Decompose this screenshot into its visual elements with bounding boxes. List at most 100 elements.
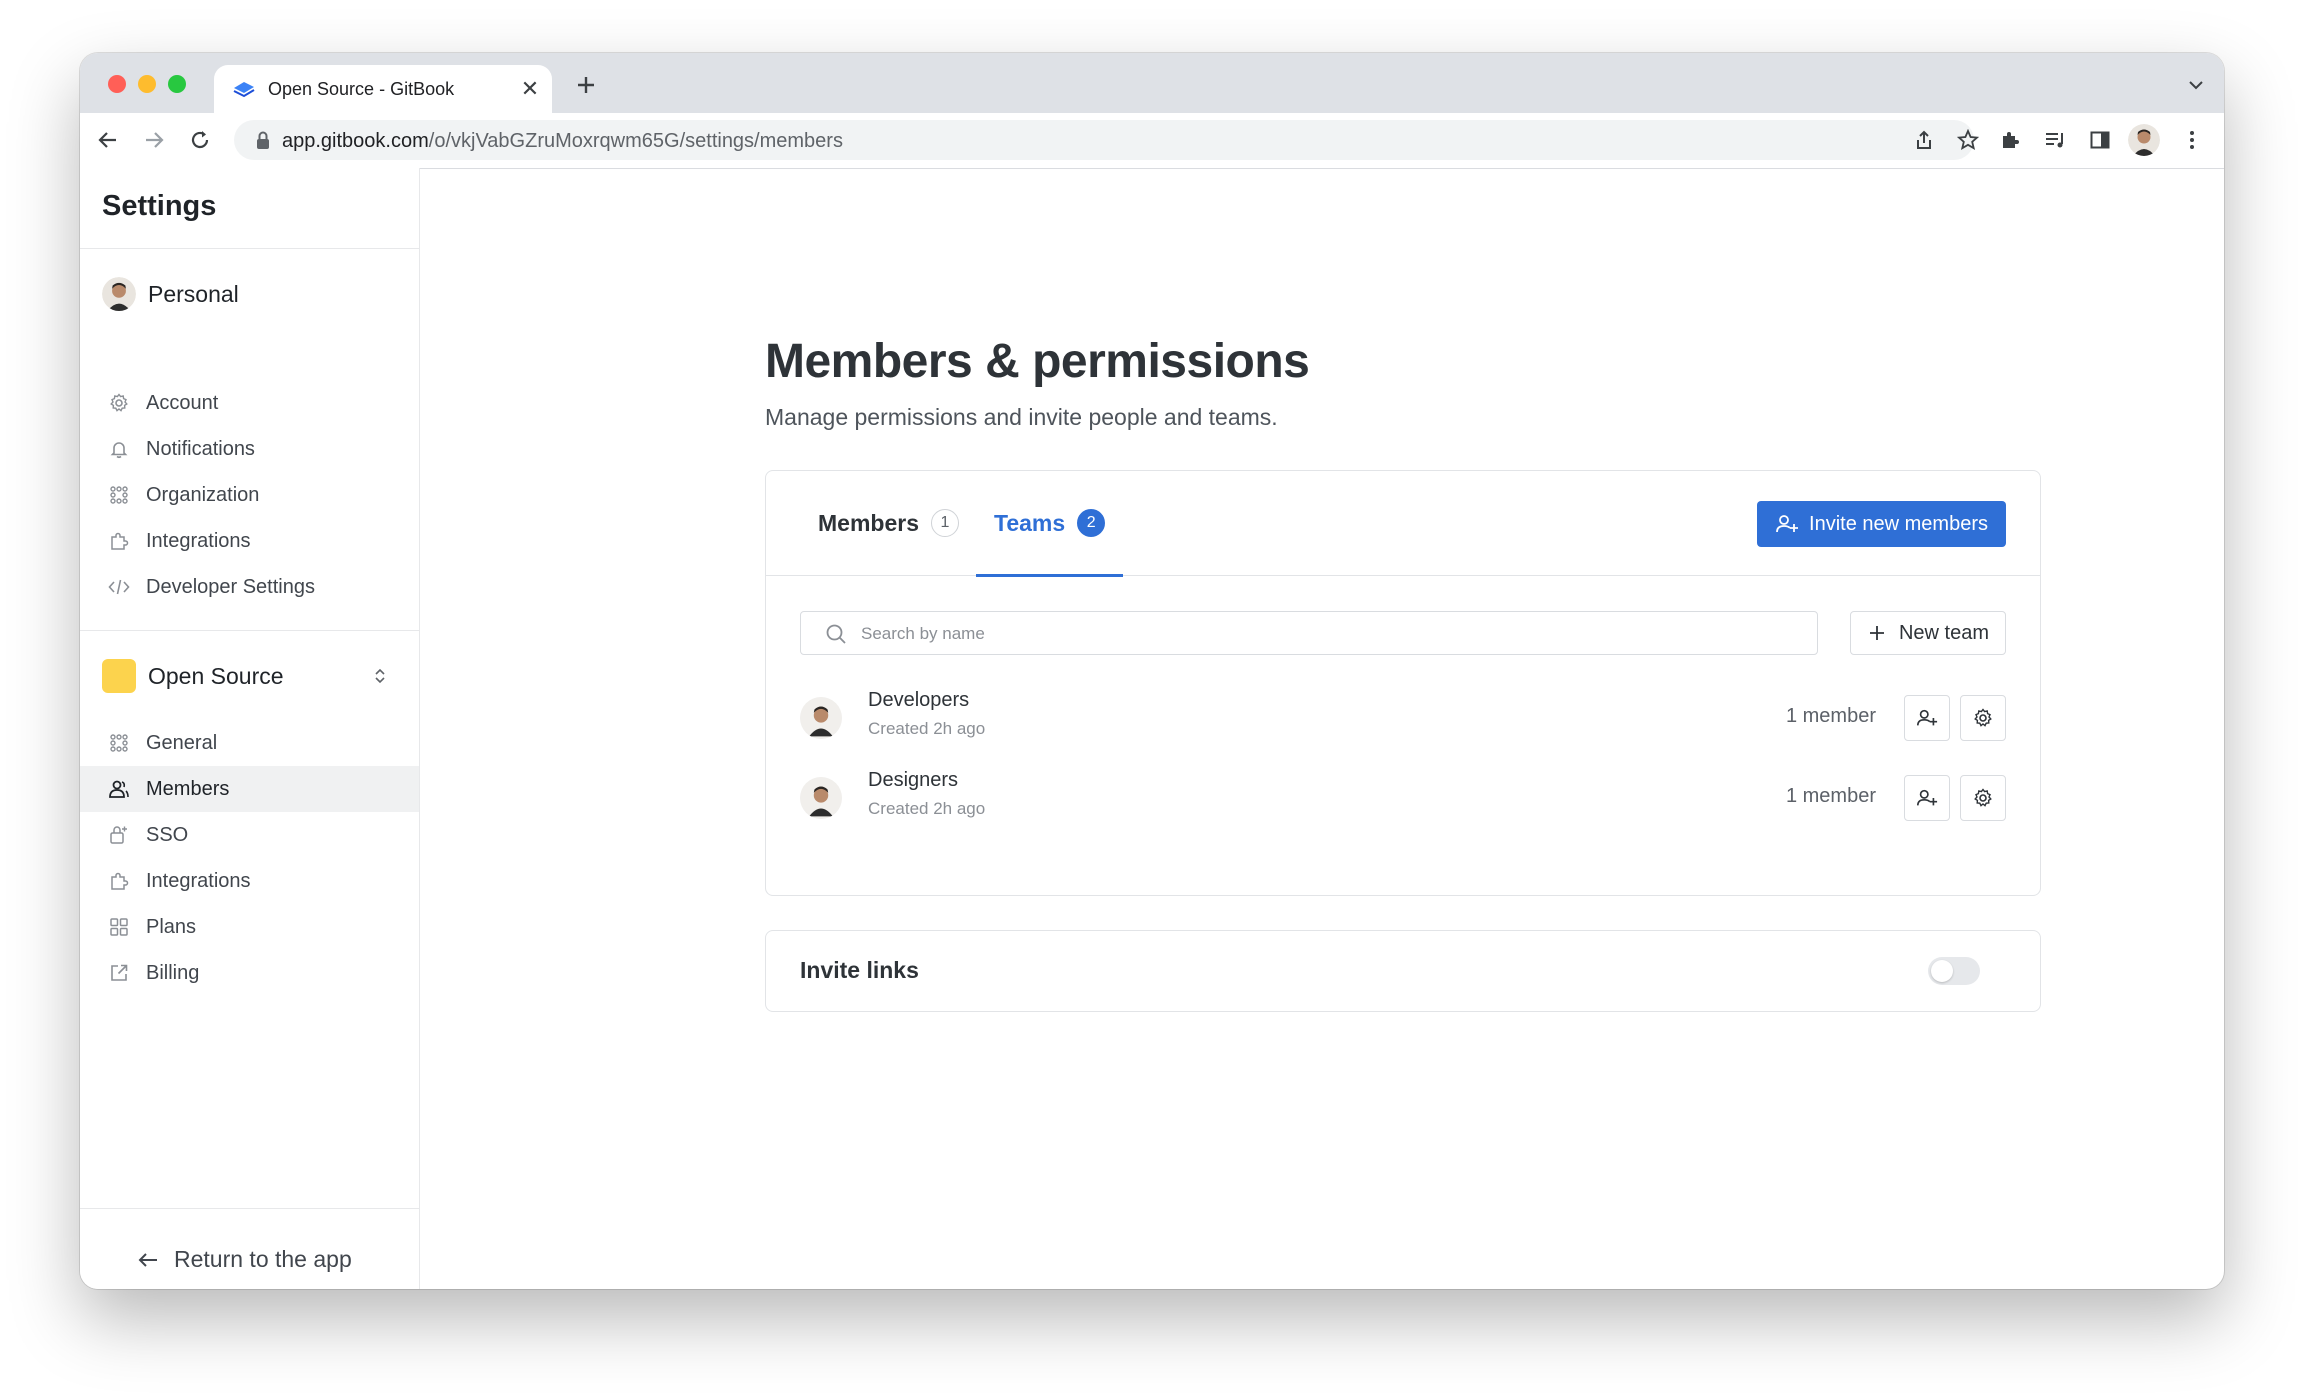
sidebar-divider — [80, 248, 419, 249]
grid-icon — [108, 916, 130, 938]
media-queue-icon[interactable] — [2042, 126, 2070, 154]
sidebar-section-label: Personal — [148, 280, 239, 307]
browser-menu-icon[interactable] — [2178, 126, 2206, 154]
add-user-icon — [1776, 515, 1799, 533]
team-created: Created 2h ago — [868, 799, 986, 818]
invite-links-toggle[interactable] — [1928, 957, 1980, 985]
minimize-window-button[interactable] — [138, 75, 156, 93]
tab-title: Open Source - GitBook — [268, 79, 455, 99]
extensions-puzzle-icon[interactable] — [1996, 126, 2024, 154]
add-team-member-button[interactable] — [1904, 775, 1950, 821]
avatar — [800, 697, 842, 739]
search-input[interactable]: Search by name — [800, 611, 1818, 655]
search-placeholder: Search by name — [861, 624, 985, 643]
team-settings-button[interactable] — [1960, 695, 2006, 741]
bookmark-star-icon[interactable] — [1954, 126, 1982, 154]
profile-avatar[interactable] — [2128, 124, 2160, 156]
back-arrow-icon[interactable] — [94, 126, 122, 154]
sidebar-item-notifications[interactable]: Notifications — [80, 426, 419, 472]
address-bar[interactable]: app.gitbook.com/o/vkjVabGZruMoxrqwm65G/s… — [234, 120, 1979, 160]
tab-label: Teams — [994, 509, 1066, 536]
organization-icon — [108, 732, 130, 754]
organization-badge — [102, 659, 136, 693]
team-name: Designers — [868, 769, 959, 791]
sidebar-divider — [80, 1208, 419, 1209]
organization-switcher[interactable]: Open Source — [102, 656, 398, 696]
gitbook-favicon-icon — [233, 82, 255, 98]
tab-count-badge: 1 — [930, 509, 959, 537]
avatar — [102, 277, 136, 311]
close-tab-icon[interactable]: ✕ — [518, 77, 542, 101]
tab-teams[interactable]: Teams 2 — [976, 471, 1124, 577]
gear-icon — [1974, 708, 1992, 727]
sidebar-item-account[interactable]: Account — [80, 380, 419, 426]
sidebar-item-label: Organization — [146, 483, 260, 506]
sidebar-section-personal: Personal — [102, 274, 239, 314]
toggle-knob — [1931, 960, 1953, 982]
invite-links-label: Invite links — [800, 957, 919, 983]
team-settings-button[interactable] — [1960, 775, 2006, 821]
settings-sidebar: Settings Personal Account Notifications … — [80, 168, 420, 1289]
side-panel-icon[interactable] — [2086, 126, 2114, 154]
team-created: Created 2h ago — [868, 719, 986, 738]
browser-window: Open Source - GitBook ✕ app.gitbook.com/… — [80, 53, 2224, 1289]
new-team-label: New team — [1898, 621, 1989, 644]
gear-icon — [108, 392, 130, 414]
sidebar-divider — [80, 630, 419, 631]
sidebar-item-general[interactable]: General — [80, 720, 419, 766]
sidebar-item-label: Developer Settings — [146, 575, 315, 598]
tab-bar: Members 1 Teams 2 Invite new members — [766, 471, 2040, 577]
reload-icon[interactable] — [186, 126, 214, 154]
return-to-app-link[interactable]: Return to the app — [136, 1246, 352, 1273]
puzzle-icon — [108, 870, 130, 892]
invite-button-label: Invite new members — [1809, 512, 1988, 535]
page-subtitle: Manage permissions and invite people and… — [765, 404, 1278, 430]
chevron-up-down-icon — [375, 668, 385, 684]
sidebar-item-label: General — [146, 731, 218, 754]
add-team-member-button[interactable] — [1904, 695, 1950, 741]
sidebar-item-billing[interactable]: Billing — [80, 950, 419, 996]
close-window-button[interactable] — [108, 75, 126, 93]
share-icon[interactable] — [1910, 126, 1938, 154]
sidebar-item-label: Billing — [146, 961, 200, 984]
sidebar-section-label: Open Source — [148, 662, 284, 689]
maximize-window-button[interactable] — [168, 75, 186, 93]
tab-members[interactable]: Members 1 — [818, 471, 959, 575]
main-content: Members & permissions Manage permissions… — [420, 168, 2224, 1289]
sidebar-item-label: Account — [146, 391, 219, 414]
external-link-icon — [108, 962, 130, 984]
forward-arrow-icon[interactable] — [140, 126, 168, 154]
sidebar-item-integrations-org[interactable]: Integrations — [80, 858, 419, 904]
search-icon — [826, 624, 846, 644]
lock-icon — [257, 131, 269, 149]
invite-new-members-button[interactable]: Invite new members — [1757, 501, 2006, 547]
sidebar-item-sso[interactable]: SSO — [80, 812, 419, 858]
browser-tab-active[interactable]: Open Source - GitBook ✕ — [214, 65, 552, 113]
sso-icon — [108, 824, 130, 846]
tab-label: Members — [818, 509, 919, 536]
sidebar-item-plans[interactable]: Plans — [80, 904, 419, 950]
sidebar-item-label: Members — [146, 777, 230, 800]
chevron-down-icon[interactable] — [2186, 75, 2206, 95]
gear-icon — [1974, 788, 1992, 807]
sidebar-item-label: Plans — [146, 915, 197, 938]
tab-count-badge: 2 — [1077, 509, 1106, 537]
sidebar-item-label: SSO — [146, 823, 189, 846]
sidebar-item-label: Notifications — [146, 437, 255, 460]
sidebar-item-members[interactable]: Members — [80, 766, 419, 812]
sidebar-item-label: Integrations — [146, 529, 251, 552]
members-card: Members 1 Teams 2 Invite new members Sea… — [765, 470, 2041, 896]
sidebar-item-organization[interactable]: Organization — [80, 472, 419, 518]
team-member-count: 1 member — [1785, 785, 1876, 807]
team-row[interactable]: Developers Created 2h ago 1 member — [800, 685, 2006, 749]
new-team-button[interactable]: New team — [1849, 611, 2006, 655]
avatar — [800, 777, 842, 819]
new-tab-icon[interactable] — [572, 71, 600, 99]
team-row[interactable]: Designers Created 2h ago 1 member — [800, 765, 2006, 829]
page-title: Members & permissions — [765, 335, 1310, 388]
members-icon — [108, 778, 130, 800]
sidebar-item-integrations[interactable]: Integrations — [80, 518, 419, 564]
plus-icon — [1869, 626, 1884, 640]
sidebar-item-label: Integrations — [146, 869, 251, 892]
sidebar-item-developer-settings[interactable]: Developer Settings — [80, 564, 419, 610]
